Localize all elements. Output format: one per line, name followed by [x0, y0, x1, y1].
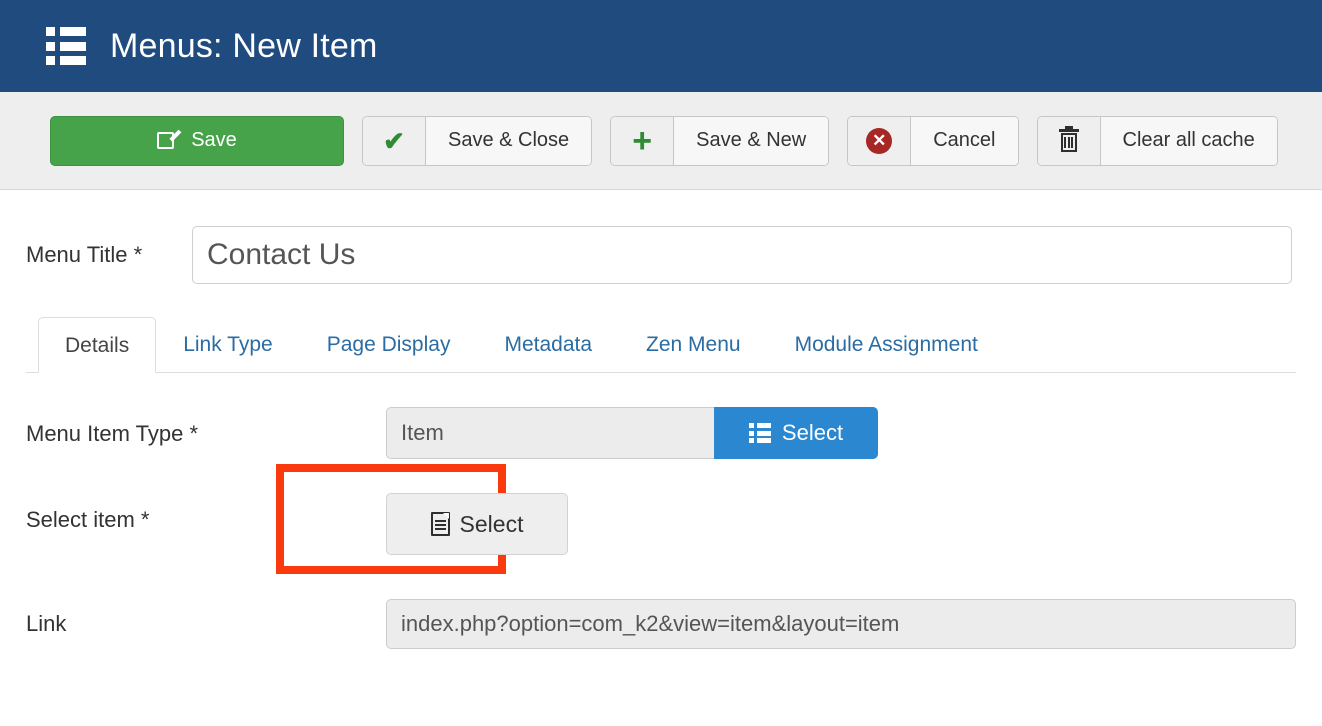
link-label: Link	[26, 611, 67, 636]
menu-title-label: Menu Title *	[26, 242, 143, 267]
cancel-circle-icon: ✕	[848, 116, 912, 165]
menu-item-type-row: Menu Item Type * Item Select	[26, 407, 1296, 459]
tab-page-display[interactable]: Page Display	[300, 316, 478, 372]
menu-item-type-control: Item Select	[386, 407, 878, 459]
cancel-label: Cancel	[911, 116, 1018, 165]
select-item-label: Select item *	[26, 507, 150, 532]
save-and-close-button[interactable]: ✔ Save & Close	[362, 115, 593, 166]
menu-title-input[interactable]: Contact Us	[192, 226, 1292, 284]
save-and-new-label: Save & New	[674, 116, 829, 165]
menu-item-type-select-button[interactable]: Select	[714, 407, 878, 459]
tab-zen-menu[interactable]: Zen Menu	[619, 316, 768, 372]
clear-all-cache-label: Clear all cache	[1100, 116, 1277, 165]
tab-link-type[interactable]: Link Type	[156, 316, 300, 372]
cancel-button[interactable]: ✕ Cancel	[847, 115, 1019, 166]
tab-details[interactable]: Details	[38, 317, 157, 373]
save-and-close-label: Save & Close	[426, 116, 592, 165]
menu-item-type-input[interactable]: Item	[386, 407, 714, 459]
plus-icon: +	[611, 116, 675, 165]
save-button[interactable]: Save	[50, 115, 344, 166]
select-item-control: Select	[276, 464, 568, 574]
menu-item-type-select-label: Select	[781, 420, 844, 445]
tab-module-assignment[interactable]: Module Assignment	[768, 316, 1005, 372]
menu-item-type-label: Menu Item Type *	[26, 421, 199, 446]
list-icon	[46, 27, 86, 65]
check-icon: ✔	[363, 116, 426, 165]
menu-title-row: Menu Title * Contact Us	[26, 226, 1296, 284]
save-and-new-button[interactable]: + Save & New	[610, 115, 830, 166]
select-item-select-label: Select	[459, 510, 524, 537]
toolbar: Save ✔ Save & Close + Save & New ✕ Cance…	[0, 92, 1322, 190]
link-input[interactable]: index.php?option=com_k2&view=item&layout…	[386, 599, 1296, 649]
save-button-label: Save	[191, 129, 237, 151]
tab-metadata[interactable]: Metadata	[477, 316, 619, 372]
trash-icon	[1037, 116, 1101, 165]
select-item-row: Select item * Select	[26, 464, 1296, 574]
page-header: Menus: New Item	[0, 0, 1322, 92]
document-icon	[430, 512, 450, 536]
tab-bar: Details Link Type Page Display Metadata …	[26, 316, 1296, 373]
page-title: Menus: New Item	[110, 26, 378, 65]
form-content: Menu Title * Contact Us Details Link Typ…	[0, 226, 1322, 649]
edit-pencil-icon	[157, 129, 182, 152]
link-row: Link index.php?option=com_k2&view=item&l…	[26, 599, 1296, 649]
select-item-select-button[interactable]: Select	[386, 493, 568, 555]
list-icon	[748, 423, 771, 443]
clear-all-cache-button[interactable]: Clear all cache	[1036, 115, 1278, 166]
